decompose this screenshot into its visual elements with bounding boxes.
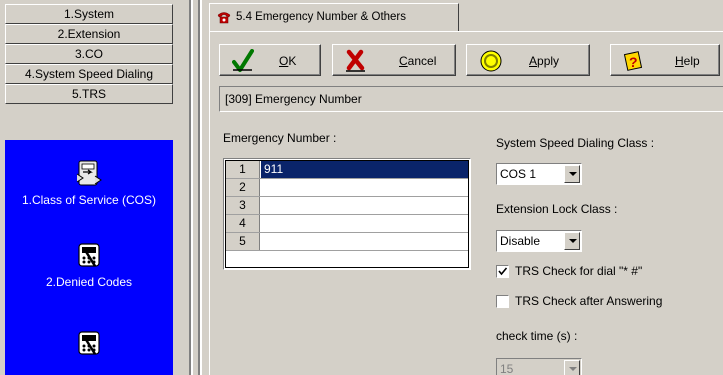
panel-entry-denied-codes[interactable]: 2.Denied Codes	[5, 240, 173, 289]
allowed-codes-icon	[78, 331, 100, 355]
content-area: OK Cancel Apply ? Help [309] Emergency N…	[209, 31, 723, 375]
nav-item-label: 1.System	[63, 7, 114, 21]
cancel-label: Cancel	[399, 54, 437, 68]
nav-item-trs[interactable]: 5.TRS	[5, 84, 173, 104]
trs-panel: 1.Class of Service (COS) 2.Denied Codes	[5, 140, 173, 375]
table-row[interactable]: 1 911	[226, 161, 468, 179]
speed-dial-class-select[interactable]: COS 1	[496, 163, 582, 185]
help-icon: ?	[623, 51, 643, 71]
nav-item-system[interactable]: 1.System	[5, 4, 173, 24]
trs-answer-checkbox[interactable]	[496, 295, 509, 308]
nav-item-extension[interactable]: 2.Extension	[5, 24, 173, 44]
svg-text:?: ?	[629, 54, 638, 70]
row-number: 5	[226, 233, 260, 250]
check-time-label: check time (s) :	[496, 329, 578, 343]
cos-icon	[76, 160, 102, 186]
row-number: 1	[226, 161, 260, 178]
emergency-number-label: Emergency Number :	[223, 131, 337, 145]
row-number: 2	[226, 179, 260, 196]
trs-dial-checkbox[interactable]	[496, 265, 509, 278]
ok-label: OK	[279, 54, 297, 68]
telephone-icon	[217, 12, 231, 24]
cancel-button[interactable]: Cancel	[332, 44, 456, 76]
extension-lock-class-value: Disable	[500, 234, 541, 248]
section-title: [309] Emergency Number	[219, 86, 723, 112]
table-row[interactable]: 3	[226, 197, 468, 215]
extension-lock-class-label: Extension Lock Class :	[496, 202, 618, 216]
emergency-number-cell[interactable]	[261, 215, 468, 232]
panel-entry-label: 2.Denied Codes	[45, 275, 133, 289]
apply-circle-icon	[480, 50, 502, 72]
chevron-down-icon[interactable]	[564, 360, 580, 375]
table-row[interactable]: 5	[226, 233, 468, 251]
nav-item-system-speed-dialing[interactable]: 4.System Speed Dialing	[5, 64, 173, 84]
tab-emergency-number[interactable]: 5.4 Emergency Number & Others	[209, 3, 459, 31]
table-row[interactable]: 4	[226, 215, 468, 233]
splitter-line	[191, 0, 193, 375]
emergency-number-grid[interactable]: 1 911 2 3 4 5	[223, 158, 471, 270]
trs-dial-label: TRS Check for dial "* #"	[515, 264, 643, 278]
emergency-number-cell[interactable]	[261, 197, 468, 214]
splitter-line	[200, 0, 202, 375]
emergency-number-cell[interactable]: 911	[261, 161, 468, 178]
navigation-pane: 1.System 2.Extension 3.CO 4.System Speed…	[0, 0, 178, 375]
speed-dial-class-label: System Speed Dialing Class :	[496, 136, 655, 150]
panel-entry-allowed-codes[interactable]	[5, 328, 173, 363]
chevron-down-icon[interactable]	[564, 165, 580, 183]
trs-answer-label: TRS Check after Answering	[515, 294, 663, 308]
help-label: Help	[675, 54, 700, 68]
nav-item-label: 2.Extension	[57, 27, 121, 41]
panel-entry-label: 1.Class of Service (COS)	[21, 193, 157, 207]
panel-entry-cos[interactable]: 1.Class of Service (COS)	[5, 158, 173, 207]
emergency-number-cell[interactable]	[261, 179, 468, 196]
cancel-x-icon	[346, 49, 365, 72]
nav-item-co[interactable]: 3.CO	[5, 44, 173, 64]
pane-splitter[interactable]	[178, 0, 205, 375]
apply-label: Apply	[529, 54, 560, 68]
ok-button[interactable]: OK	[219, 44, 321, 76]
help-button[interactable]: ? Help	[610, 44, 720, 76]
check-time-value: 15	[500, 362, 514, 375]
check-time-select[interactable]: 15	[496, 358, 582, 375]
checkmark-icon	[498, 267, 507, 276]
chevron-down-icon[interactable]	[564, 232, 580, 250]
tab-label: 5.4 Emergency Number & Others	[236, 11, 407, 23]
nav-item-label: 5.TRS	[71, 87, 106, 101]
speed-dial-class-value: COS 1	[500, 167, 537, 181]
extension-lock-class-select[interactable]: Disable	[496, 230, 582, 252]
row-number: 3	[226, 197, 260, 214]
checkmark-icon	[232, 49, 254, 72]
emergency-number-cell[interactable]	[261, 233, 468, 250]
apply-button[interactable]: Apply	[466, 44, 590, 76]
tab-strip: 5.4 Emergency Number & Others	[205, 0, 723, 32]
nav-item-label: 4.System Speed Dialing	[24, 67, 154, 81]
table-row[interactable]: 2	[226, 179, 468, 197]
row-number: 4	[226, 215, 260, 232]
denied-codes-icon	[78, 243, 100, 267]
nav-item-label: 3.CO	[74, 47, 103, 61]
